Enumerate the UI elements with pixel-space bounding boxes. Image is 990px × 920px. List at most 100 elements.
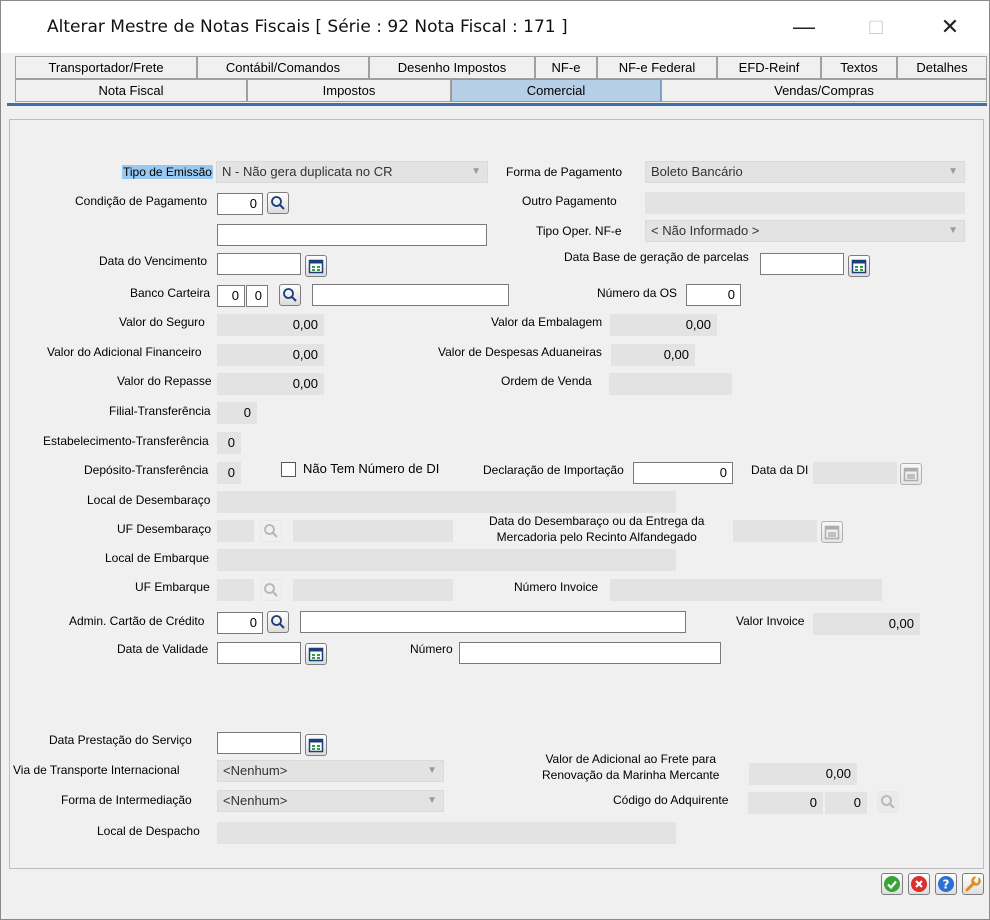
data-prestacao-servico-input[interactable]: [217, 732, 301, 754]
calendar-icon: [308, 738, 324, 753]
estabelecimento-transferencia-input[interactable]: 0: [217, 432, 241, 454]
banco-carteira-search-button[interactable]: [279, 284, 301, 306]
banco-carteira-desc-input[interactable]: [312, 284, 509, 306]
tab-vendas-compras[interactable]: Vendas/Compras: [661, 79, 987, 102]
valor-embalagem-input[interactable]: 0,00: [610, 314, 717, 336]
valor-adicional-financeiro-input[interactable]: 0,00: [217, 344, 324, 366]
admin-cartao-label: Admin. Cartão de Crédito: [69, 614, 205, 628]
outro-pagamento-input[interactable]: [645, 192, 965, 214]
tipo-emissao-select[interactable]: N - Não gera duplicata no CR ▼: [216, 161, 488, 183]
local-embarque-input[interactable]: [217, 549, 676, 571]
tab-nfe[interactable]: NF-e: [535, 56, 597, 79]
codigo-adquirente-input-2[interactable]: 0: [825, 792, 867, 814]
tab-contabil-comandos[interactable]: Contábil/Comandos: [197, 56, 369, 79]
admin-cartao-desc-input[interactable]: [300, 611, 686, 633]
condicao-pagamento-search-button[interactable]: [267, 192, 289, 214]
local-despacho-label: Local de Despacho: [97, 824, 200, 838]
tools-button[interactable]: [962, 873, 984, 895]
chevron-down-icon: ▼: [471, 166, 481, 177]
tab-detalhes[interactable]: Detalhes: [897, 56, 987, 79]
chevron-down-icon: ▼: [948, 225, 958, 236]
valor-despesas-aduaneiras-input[interactable]: 0,00: [611, 344, 695, 366]
local-despacho-input[interactable]: [217, 822, 676, 844]
condicao-pagamento-desc-input[interactable]: [217, 224, 487, 246]
uf-desembaraco-label: UF Desembaraço: [117, 522, 212, 536]
data-validade-calendar-button[interactable]: [305, 643, 327, 665]
uf-embarque-search-button[interactable]: [260, 579, 282, 601]
data-vencimento-input[interactable]: [217, 253, 301, 275]
forma-intermediacao-select[interactable]: <Nenhum> ▼: [217, 790, 444, 812]
forma-pagamento-select[interactable]: Boleto Bancário ▼: [645, 161, 965, 183]
cancel-button[interactable]: [908, 873, 930, 895]
data-base-parcelas-input[interactable]: [760, 253, 844, 275]
valor-adicional-frete-input[interactable]: 0,00: [749, 763, 857, 785]
search-icon: [264, 583, 278, 597]
nao-tem-numero-di-checkbox[interactable]: [281, 462, 296, 477]
local-embarque-label: Local de Embarque: [105, 551, 210, 565]
via-transporte-label: Via de Transporte Internacional: [13, 763, 180, 777]
tipo-emissao-value: N - Não gera duplicata no CR: [222, 164, 393, 179]
data-validade-input[interactable]: [217, 642, 301, 664]
uf-desembaraco-input[interactable]: [217, 520, 254, 542]
outro-pagamento-label: Outro Pagamento: [522, 194, 617, 208]
numero-label: Número: [410, 642, 453, 656]
tab-comercial[interactable]: Comercial: [451, 79, 661, 102]
minimize-button[interactable]: —: [781, 9, 827, 45]
local-desembaraco-input[interactable]: [217, 491, 676, 513]
numero-invoice-input[interactable]: [610, 579, 882, 601]
data-prestacao-servico-calendar-button[interactable]: [305, 734, 327, 756]
valor-invoice-input[interactable]: 0,00: [813, 613, 920, 635]
calendar-icon: [824, 525, 840, 540]
calendar-icon: [308, 259, 324, 274]
admin-cartao-search-button[interactable]: [267, 611, 289, 633]
data-vencimento-label: Data do Vencimento: [99, 254, 208, 268]
condicao-pagamento-input[interactable]: 0: [217, 193, 263, 215]
tab-nfe-federal[interactable]: NF-e Federal: [597, 56, 717, 79]
tab-textos[interactable]: Textos: [821, 56, 897, 79]
via-transporte-select[interactable]: <Nenhum> ▼: [217, 760, 444, 782]
valor-embalagem-label: Valor da Embalagem: [491, 315, 603, 329]
tab-underline: [7, 103, 987, 106]
declaracao-importacao-input[interactable]: 0: [633, 462, 733, 484]
tab-efd-reinf[interactable]: EFD-Reinf: [717, 56, 821, 79]
valor-seguro-input[interactable]: 0,00: [217, 314, 324, 336]
ordem-venda-input[interactable]: [609, 373, 732, 395]
tab-bar: Transportador/Frete Contábil/Comandos De…: [1, 53, 989, 105]
data-di-input[interactable]: [813, 462, 897, 484]
data-di-calendar-button[interactable]: [900, 463, 922, 485]
tab-impostos[interactable]: Impostos: [247, 79, 451, 102]
ok-icon: [884, 876, 900, 892]
uf-desembaraco-search-button[interactable]: [260, 520, 282, 542]
ok-button[interactable]: [881, 873, 903, 895]
maximize-button[interactable]: □: [853, 9, 899, 45]
carteira-input[interactable]: 0: [246, 285, 268, 307]
numero-input[interactable]: [459, 642, 721, 664]
deposito-transferencia-input[interactable]: 0: [217, 462, 241, 484]
data-desembaraco-calendar-button[interactable]: [821, 521, 843, 543]
banco-input[interactable]: 0: [217, 285, 245, 307]
numero-os-input[interactable]: 0: [686, 284, 741, 306]
valor-adicional-frete-label: Valor de Adicional ao Frete para Renovaçã…: [542, 751, 719, 783]
search-icon: [271, 196, 285, 210]
data-vencimento-calendar-button[interactable]: [305, 255, 327, 277]
tab-desenho-impostos[interactable]: Desenho Impostos: [369, 56, 535, 79]
tipo-oper-nfe-select[interactable]: < Não Informado > ▼: [645, 220, 965, 242]
codigo-adquirente-search-button[interactable]: [877, 791, 899, 813]
uf-embarque-input[interactable]: [217, 579, 254, 601]
uf-desembaraco-desc-input[interactable]: [293, 520, 453, 542]
help-button[interactable]: ?: [935, 873, 957, 895]
codigo-adquirente-input-1[interactable]: 0: [748, 792, 823, 814]
close-button[interactable]: ✕: [927, 9, 973, 45]
tab-nota-fiscal[interactable]: Nota Fiscal: [15, 79, 247, 102]
uf-embarque-desc-input[interactable]: [293, 579, 453, 601]
chevron-down-icon: ▼: [427, 765, 437, 776]
admin-cartao-input[interactable]: 0: [217, 612, 263, 634]
filial-transferencia-label: Filial-Transferência: [109, 404, 211, 418]
tab-transportador-frete[interactable]: Transportador/Frete: [15, 56, 197, 79]
data-base-parcelas-label: Data Base de geração de parcelas: [564, 250, 749, 264]
data-base-parcelas-calendar-button[interactable]: [848, 255, 870, 277]
data-desembaraco-input[interactable]: [733, 520, 817, 542]
window: Alterar Mestre de Notas Fiscais [ Série …: [0, 0, 990, 920]
valor-repasse-input[interactable]: 0,00: [217, 373, 324, 395]
filial-transferencia-input[interactable]: 0: [217, 402, 257, 424]
